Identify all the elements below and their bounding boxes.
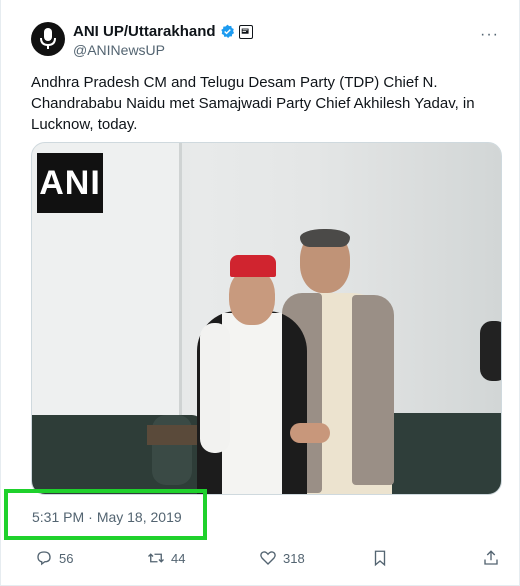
reply-icon (37, 551, 51, 566)
more-options-button[interactable]: ··· (480, 26, 499, 44)
highlight-box (4, 489, 207, 540)
author-handle[interactable]: @ANINewsUP (73, 42, 165, 58)
verified-badge-icon (220, 24, 234, 38)
tweet-text: Andhra Pradesh CM and Telugu Desam Party… (31, 74, 475, 133)
ani-watermark: ANI (37, 153, 103, 213)
author-name[interactable]: ANI UP/Uttarakhand (73, 23, 216, 40)
repost-button[interactable]: 44 (147, 549, 185, 567)
action-bar: 56 44 318 (1, 545, 520, 573)
tweet-photo[interactable]: ANI (31, 142, 502, 495)
ani-mic-logo-icon (40, 28, 56, 49)
like-button[interactable]: 318 (259, 549, 305, 567)
share-icon (484, 550, 498, 565)
like-count: 318 (283, 550, 305, 566)
bookmark-button[interactable] (371, 549, 389, 567)
reply-button[interactable]: 56 (35, 549, 73, 567)
bookmark-icon (374, 550, 386, 567)
author-avatar[interactable] (31, 22, 65, 56)
repost-count: 44 (171, 550, 186, 566)
news-affiliate-icon[interactable] (238, 24, 253, 39)
tweet-card: ANI UP/Uttarakhand @ANINewsUP ··· Andhra… (0, 0, 520, 586)
repost-icon (148, 553, 164, 563)
reply-count: 56 (59, 550, 74, 566)
share-button[interactable] (482, 549, 500, 567)
heart-icon (260, 551, 276, 565)
